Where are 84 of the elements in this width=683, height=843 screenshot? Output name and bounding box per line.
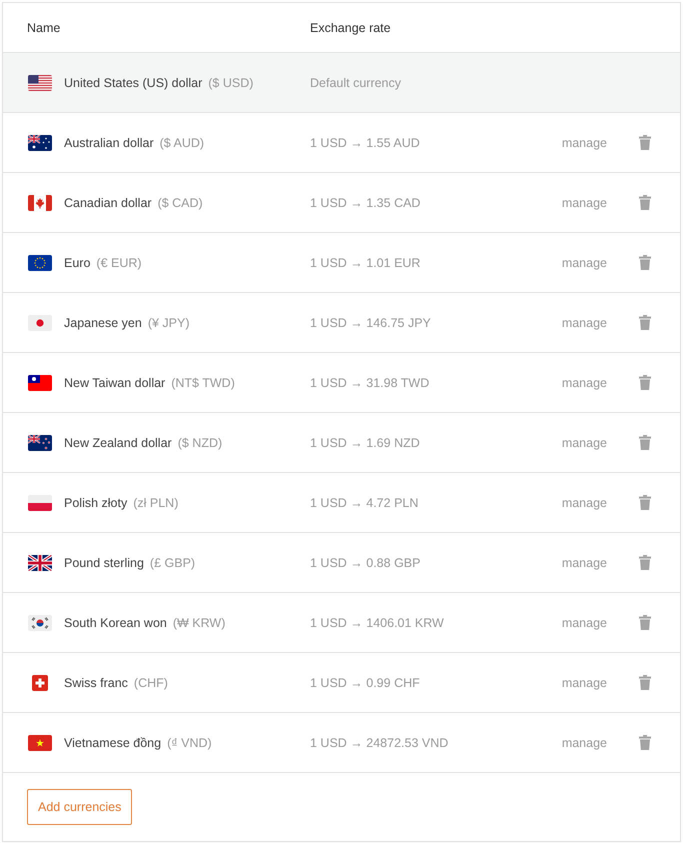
exchange-rate: 1 USD → 1406.01 KRW [310,616,445,630]
currency-name: Australian dollar [64,136,154,150]
currency-name: Vietnamese đồng [64,736,162,750]
exchange-rate: 1 USD → 1.69 NZD [310,436,421,450]
currency-code: (NT$ TWD) [171,376,235,390]
exchange-rate: 1 USD → 1.01 EUR [310,256,422,270]
trash-icon [639,375,651,390]
manage-link[interactable]: manage [562,196,607,210]
currency-code: ($ USD) [208,76,254,90]
manage-link[interactable]: manage [562,376,607,390]
delete-button[interactable] [639,615,651,630]
currency-name: South Korean won [64,616,167,630]
manage-link[interactable]: manage [562,736,607,750]
exchange-rate: Default currency [310,76,402,90]
vietnam-flag-icon [28,734,52,750]
currency-name: Japanese yen [64,316,142,330]
delete-button[interactable] [639,195,651,210]
exchange-rate: 1 USD → 146.75 JPY [310,316,432,330]
poland-flag-icon [28,494,52,510]
currency-name: United States (US) dollar [64,76,202,90]
australia-flag-icon [28,134,52,150]
exchange-rate: 1 USD → 1.55 AUD [310,136,421,150]
manage-link[interactable]: manage [562,616,607,630]
eu-flag-icon [28,254,52,270]
manage-link[interactable]: manage [562,256,607,270]
currency-code: (£ GBP) [150,556,196,570]
currency-code: ($ AUD) [160,136,204,150]
uk-flag-icon [28,554,52,570]
trash-icon [639,255,651,270]
column-header: Exchange rate [310,20,391,34]
delete-button[interactable] [639,675,651,690]
trash-icon [639,195,651,210]
trash-icon [639,315,651,330]
exchange-rate: 1 USD → 0.99 CHF [310,676,421,690]
delete-button[interactable] [639,135,651,150]
trash-icon [639,495,651,510]
trash-icon [639,435,651,450]
currency-code: (₩ KRW) [172,616,226,630]
column-header: Name [27,20,62,34]
trash-icon [639,675,651,690]
currency-code: (₫ VND) [167,736,212,750]
manage-link[interactable]: manage [562,436,607,450]
taiwan-flag-icon [28,374,52,390]
delete-button[interactable] [639,375,651,390]
exchange-rate: 1 USD → 24872.53 VND [310,736,450,750]
canada-flag-icon [28,194,52,210]
exchange-rate: 1 USD → 0.88 GBP [310,556,422,570]
currency-name: Swiss franc [64,676,128,690]
manage-link[interactable]: manage [562,316,607,330]
delete-button[interactable] [639,495,651,510]
currency-code: (zł PLN) [133,496,178,510]
currency-name: New Zealand dollar [64,436,172,450]
south-korea-flag-icon [28,614,52,630]
delete-button[interactable] [639,555,651,570]
delete-button[interactable] [639,315,651,330]
exchange-rate: 1 USD → 31.98 TWD [310,376,430,390]
currency-name: New Taiwan dollar [64,376,166,390]
exchange-rate: 1 USD → 4.72 PLN [310,496,420,510]
manage-link[interactable]: manage [562,556,607,570]
japan-flag-icon [28,314,52,330]
add-currencies-button[interactable]: Add currencies [27,789,132,825]
switzerland-flag-icon [32,674,48,690]
currency-code: (CHF) [134,676,168,690]
currency-code: (€ EUR) [96,256,142,270]
manage-link[interactable]: manage [562,676,607,690]
trash-icon [639,555,651,570]
us-flag-icon [28,74,52,90]
currency-name: Pound sterling [64,556,144,570]
delete-button[interactable] [639,735,651,750]
manage-link[interactable]: manage [562,496,607,510]
delete-button[interactable] [639,435,651,450]
new-zealand-flag-icon [28,434,52,450]
trash-icon [639,615,651,630]
currency-code: ($ CAD) [158,196,203,210]
currency-name: Euro [64,256,90,270]
currency-name: Polish złoty [64,496,128,510]
manage-link[interactable]: manage [562,136,607,150]
delete-button[interactable] [639,255,651,270]
currency-name: Canadian dollar [64,196,152,210]
trash-icon [639,135,651,150]
exchange-rate: 1 USD → 1.35 CAD [310,196,422,210]
trash-icon [639,735,651,750]
currency-code: (¥ JPY) [148,316,190,330]
currency-code: ($ NZD) [178,436,222,450]
